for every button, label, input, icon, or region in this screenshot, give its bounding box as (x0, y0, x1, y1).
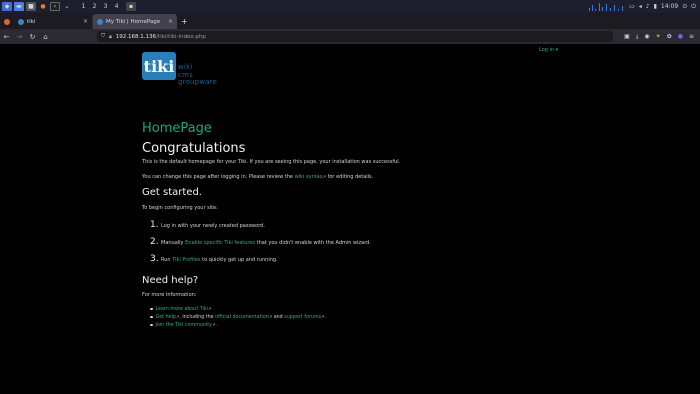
battery-icon[interactable]: ▮ (654, 3, 657, 10)
external-link-icon: ↗ (207, 306, 212, 311)
browser-tab-bar: tiki × My Tiki | HomePage × + (0, 13, 700, 29)
chevron-down-icon[interactable]: ⌄ (62, 2, 72, 11)
back-icon[interactable]: ← (0, 33, 13, 41)
reload-icon[interactable]: ↻ (26, 33, 39, 41)
page-title: HomePage (142, 121, 212, 136)
firefox-view-icon[interactable] (0, 14, 14, 29)
downloads-icon[interactable]: ⤓ (636, 33, 639, 41)
close-tab-icon[interactable]: × (168, 18, 173, 25)
system-taskbar: ◆ ▬ ■ ● › ⌄ 1 2 3 4 ▪ ▭ ◂ ♪ ▮ 14:09 ⊙ ⏻ (0, 0, 700, 13)
display-icon[interactable]: ▭ (629, 3, 635, 10)
tiki-favicon-icon (97, 18, 103, 25)
workspace-1[interactable]: 1 (78, 1, 89, 12)
home-icon[interactable]: ⌂ (39, 33, 52, 41)
close-tab-icon[interactable]: × (83, 18, 88, 25)
forward-icon[interactable]: → (13, 33, 26, 41)
url-bar[interactable]: ⛉ 🔒︎ 192.168.1.136/tiki/tiki-index.php (97, 31, 613, 42)
shield-icon[interactable]: ⛉ (101, 33, 105, 40)
login-dropdown[interactable]: Log in ▾ (539, 47, 558, 53)
volume-icon[interactable]: ◂ (639, 3, 642, 10)
tab-label: My Tiki | HomePage (106, 18, 161, 25)
join-community-link[interactable]: Join the Tiki community (156, 323, 212, 328)
lock-icon[interactable]: 🔒︎ (109, 34, 112, 40)
extensions-icon[interactable]: ✿ (667, 33, 672, 40)
tiki-logo-mark: tiki (142, 52, 176, 80)
tab-label: tiki (27, 18, 36, 25)
get-help-link[interactable]: Get help (156, 315, 176, 320)
firefox-icon[interactable]: ● (38, 2, 48, 11)
file-manager-icon[interactable]: ■ (26, 2, 36, 11)
network-graph (587, 2, 625, 11)
list-item: 1. Log in with your newly created passwo… (150, 220, 265, 230)
app-menu-icon[interactable]: ◆ (2, 2, 12, 11)
menu-icon[interactable]: ≡ (689, 33, 694, 40)
list-item: Join the Tiki community↗. (150, 322, 217, 328)
support-forums-link[interactable]: support forums (284, 315, 321, 320)
tiki-favicon-icon (18, 18, 24, 25)
workspace-2[interactable]: 2 (89, 1, 100, 12)
notifications-icon[interactable]: ♪ (646, 3, 650, 10)
heading-need-help: Need help? (142, 275, 199, 286)
url-host: 192.168.1.136 (115, 33, 157, 40)
terminal-icon[interactable]: › (50, 2, 60, 11)
intro-text-1: This is the default homepage for your Ti… (142, 159, 401, 165)
wiki-syntax-link[interactable]: wiki syntax (295, 174, 323, 180)
power-icon[interactable]: ⏻ (691, 3, 696, 11)
account-icon[interactable]: ◉ (644, 33, 649, 40)
list-item: Get help↗, including the official docume… (150, 314, 326, 320)
desktop-icon[interactable]: ▬ (14, 2, 24, 11)
heading-congratulations: Congratulations (142, 141, 246, 156)
workspace-3[interactable]: 3 (100, 1, 111, 12)
browser-nav-bar: ← → ↻ ⌂ ⛉ 🔒︎ 192.168.1.136/tiki/tiki-ind… (0, 29, 700, 44)
more-info-text: For more information: (142, 292, 197, 298)
heading-get-started: Get started. (142, 187, 202, 198)
window-thumbnail-icon[interactable]: ▪ (126, 2, 136, 11)
pocket-icon[interactable]: ▣ (624, 33, 630, 40)
configure-text: To begin configuring your site: (142, 205, 218, 211)
list-item: 3. Run Tiki Profiles to quickly get up a… (150, 254, 278, 264)
learn-more-link[interactable]: Learn more about Tiki (156, 307, 208, 312)
lock-icon[interactable]: ⊙ (682, 3, 687, 10)
tiki-profiles-link[interactable]: Tiki Profiles (172, 257, 200, 263)
url-path: /tiki/tiki-index.php (156, 33, 206, 40)
page-content: Log in ▾ tiki wiki cms groupware HomePag… (0, 44, 700, 394)
list-item: Learn more about Tiki↗ (150, 306, 211, 312)
enable-features-link[interactable]: Enable specific Tiki features (185, 240, 255, 246)
extension-icon[interactable]: ✦ (656, 33, 661, 40)
workspace-4[interactable]: 4 (111, 1, 122, 12)
list-item: 2. Manually Enable specific Tiki feature… (150, 237, 371, 247)
tiki-logo[interactable]: tiki wiki cms groupware (142, 52, 217, 86)
clock: 14:09 (660, 3, 679, 10)
tiki-logo-words: wiki cms groupware (178, 63, 218, 86)
tab-homepage[interactable]: My Tiki | HomePage × (93, 14, 177, 29)
profile-icon[interactable]: ● (678, 33, 683, 40)
official-documentation-link[interactable]: official documentation (215, 315, 269, 320)
new-tab-button[interactable]: + (177, 14, 191, 29)
intro-text-2: You can change this page after logging i… (142, 174, 374, 180)
tab-tiki[interactable]: tiki × (14, 14, 93, 29)
